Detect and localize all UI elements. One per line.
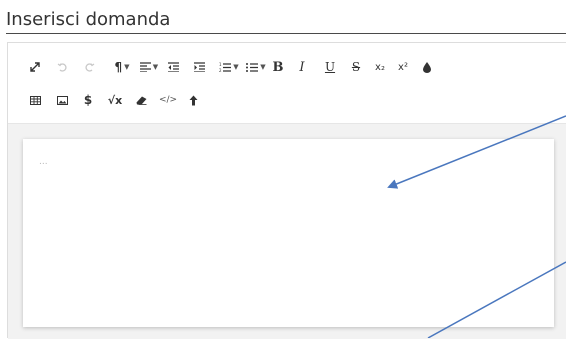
bold-icon[interactable]: B (268, 53, 288, 81)
outdent-icon[interactable] (164, 53, 182, 81)
italic-glyph: I (299, 59, 305, 75)
text-color-icon[interactable] (418, 53, 436, 81)
chevron-down-icon: ▼ (233, 63, 239, 71)
editor-placeholder: ... (39, 157, 48, 167)
strikethrough-glyph: S (351, 60, 361, 74)
underline-icon[interactable]: U (320, 53, 340, 81)
chevron-down-icon: ▼ (260, 63, 266, 71)
dollar-glyph: $ (83, 93, 93, 107)
dollar-icon[interactable]: $ (79, 86, 97, 114)
chevron-down-icon: ▼ (152, 63, 159, 71)
toolbar-row-1: ¶ ▼ ▼ 1 2 ▼ ▼ B I U S x₂ x² (8, 53, 566, 83)
undo-icon[interactable] (53, 53, 71, 81)
italic-icon[interactable]: I (292, 53, 312, 81)
chevron-down-icon: ▼ (124, 63, 130, 71)
table-icon[interactable] (26, 86, 44, 114)
unordered-list-icon[interactable]: ▼ (244, 53, 268, 81)
subscript-glyph: x₂ (375, 61, 385, 73)
rich-text-editor: ¶ ▼ ▼ 1 2 ▼ ▼ B I U S x₂ x² $ √x </> ... (7, 42, 566, 339)
code-view-icon[interactable]: </> (157, 86, 179, 114)
svg-text:1: 1 (219, 62, 222, 67)
indent-icon[interactable] (190, 53, 208, 81)
redo-icon[interactable] (81, 53, 99, 81)
superscript-glyph: x² (398, 61, 408, 73)
eraser-icon[interactable] (132, 86, 150, 114)
underline-glyph: U (324, 60, 336, 74)
fullscreen-icon[interactable] (26, 53, 44, 81)
paragraph-glyph: ¶ (114, 60, 123, 74)
code-view-glyph: </> (158, 95, 178, 105)
superscript-icon[interactable]: x² (393, 53, 413, 81)
toolbar-row-2: $ √x </> (8, 86, 566, 116)
formula-glyph: √x (107, 93, 123, 107)
editor-content-area[interactable]: ... (8, 124, 566, 339)
page-title: Inserisci domanda (6, 8, 566, 34)
upload-arrow-icon[interactable] (184, 86, 202, 114)
strikethrough-icon[interactable]: S (346, 53, 366, 81)
editor-toolbar: ¶ ▼ ▼ 1 2 ▼ ▼ B I U S x₂ x² $ √x </> (8, 43, 566, 124)
paragraph-style-icon[interactable]: ¶ ▼ (111, 53, 133, 81)
ordered-list-icon[interactable]: 1 2 ▼ (217, 53, 241, 81)
image-icon[interactable] (53, 86, 71, 114)
formula-icon[interactable]: √x (104, 86, 126, 114)
svg-text:2: 2 (219, 68, 222, 73)
bold-glyph: B (272, 59, 284, 75)
editor-page[interactable]: ... (23, 139, 554, 327)
align-icon[interactable]: ▼ (138, 53, 160, 81)
subscript-icon[interactable]: x₂ (370, 53, 390, 81)
